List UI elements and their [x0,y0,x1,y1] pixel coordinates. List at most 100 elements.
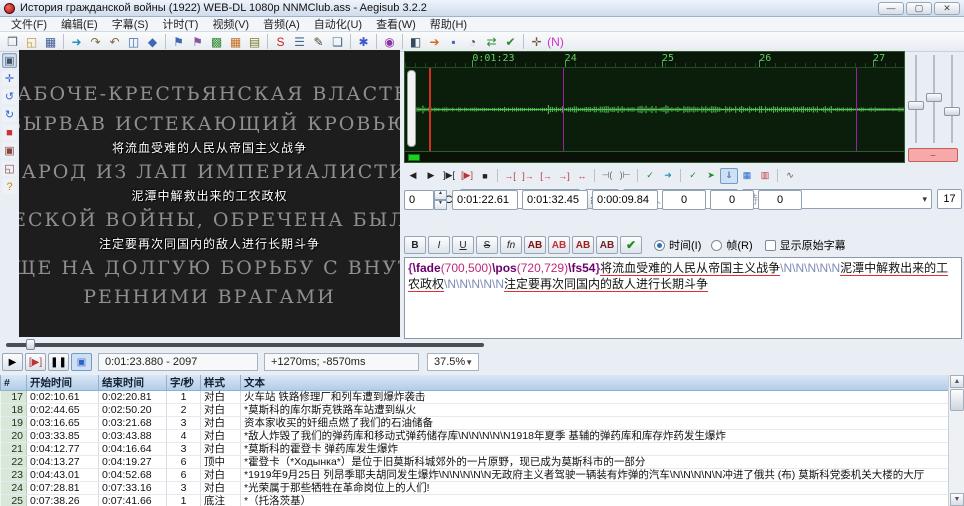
save-subtitles-icon[interactable]: ▦ [41,33,60,50]
horizontal-zoom-slider[interactable] [908,55,924,143]
standard-mode-tool[interactable]: ▣ [2,53,17,68]
auto-commit-toggle[interactable]: ✓ [684,168,702,184]
grid-header-结束时间[interactable]: 结束时间 [99,375,167,391]
keyframe-marker[interactable] [856,68,857,151]
snap-end-to-video-icon[interactable]: ↶ [105,33,124,50]
menu-item-字幕[interactable]: 字幕(S) [105,16,156,32]
menu-item-音频[interactable]: 音频(A) [256,16,307,32]
kanji-timer-icon[interactable]: ⇄ [482,33,501,50]
auto-next-toggle[interactable]: ➤ [702,168,720,184]
spectrum-toggle[interactable]: ▦ [738,168,756,184]
add-lead-in-button[interactable]: ⊣( [598,168,616,184]
slider-thumb[interactable] [926,93,942,102]
menu-item-自动化[interactable]: 自动化(U) [307,16,369,32]
margin-left-field[interactable]: 0 [662,190,706,210]
seek-video-icon[interactable]: ➔ [425,33,444,50]
karaoke-mode-toggle[interactable]: ∿ [781,168,799,184]
video-seek-bar[interactable] [2,339,488,350]
video-display[interactable]: РАБОЧЕ-КРЕСТЬЯНСКАЯ ВЛАСТЬ,ВЫРВАВ ИСТЕКА… [19,50,400,337]
resample-resolution-icon[interactable]: ✛ [527,33,546,50]
play-button[interactable]: ▶ [2,353,23,371]
spell-checker-icon[interactable]: S [271,33,290,50]
snap-start-to-video-icon[interactable]: ↷ [86,33,105,50]
slider-thumb[interactable] [944,107,960,116]
play-selection-button[interactable]: ]▶[ [440,168,458,184]
check-updates-icon[interactable]: ✔ [501,33,520,50]
scroll-up-icon[interactable]: ▲ [950,375,964,388]
commit-button[interactable]: ✔ [620,236,642,254]
play-before-end-button[interactable]: [→ [537,168,555,184]
grid-header-样式[interactable]: 样式 [201,375,241,391]
pause-button[interactable]: ❚❚ [48,353,69,371]
secondary-color-button[interactable]: AB [548,236,570,254]
time-radio[interactable]: 时间(I) [654,235,701,255]
keyframe-marker[interactable] [563,68,564,151]
grid-scroll-thumb[interactable] [950,389,964,411]
go-to-selection-button[interactable]: ➜ [659,168,677,184]
edit-line-icon[interactable]: ✎ [309,33,328,50]
translation-assistant-icon[interactable]: ⚑ [188,33,207,50]
auto-scroll-toggle[interactable]: ⇓ [720,168,738,184]
play-after-end-button[interactable]: →] [555,168,573,184]
preferences-icon[interactable]: ◉ [380,33,399,50]
subtitle-edit-box[interactable]: {\fade(700,500)\pos(720,729)\fs54}将流血受难的… [404,257,962,339]
styles-manager-icon[interactable]: ▩ [207,33,226,50]
styling-assistant-icon[interactable]: ⚑ [169,33,188,50]
vertical-zoom-slider[interactable] [926,55,942,143]
primary-color-button[interactable]: AB [524,236,546,254]
subtitle-row[interactable]: 250:07:38.260:07:41.661底注*（托洛茨基） [1,495,949,506]
attachments-icon[interactable]: ▦ [226,33,245,50]
play-500ms-button[interactable]: ↔ [573,168,591,184]
end-time-field[interactable]: 0:01:32.45 [522,190,588,210]
play-backward-button[interactable]: ◀ [404,168,422,184]
fonts-collector-icon[interactable]: ▤ [245,33,264,50]
subtitle-row[interactable]: 220:04:13.270:04:19.276顶中*霍登卡（*Ходынка*）… [1,456,949,469]
vertical-link-button[interactable]: ⌣ [908,148,958,162]
strikeout-button[interactable]: S [476,236,498,254]
audio-scrollbar[interactable] [404,152,905,163]
subtitle-row[interactable]: 200:03:33.850:03:43.884对白*敌人炸毁了我们的弹药库和移动… [1,430,949,443]
visual-help[interactable]: ? [2,179,17,194]
audio-scroll-thumb[interactable] [408,154,420,161]
layer-spinner[interactable]: ▲ ▼ [434,190,447,210]
shadow-color-button[interactable]: AB [596,236,618,254]
slider-thumb[interactable] [908,101,924,110]
margin-vertical-field[interactable]: 0 [758,190,802,210]
minimize-button[interactable]: — [878,2,904,15]
automation-icon[interactable]: ✱ [354,33,373,50]
scale-tool[interactable]: ■ [2,125,17,140]
menu-item-文件[interactable]: 文件(F) [4,16,54,32]
new-window-icon[interactable]: (N) [546,33,565,50]
grid-header-row[interactable]: #开始时间结束时间字/秒样式文本 [1,375,949,391]
vector-clip-tool[interactable]: ◱ [2,161,17,176]
subtitle-row[interactable]: 240:07:28.810:07:33.163对白*光荣属于那些牺牲在革命岗位上… [1,482,949,495]
shift-times-icon[interactable]: ◫ [124,33,143,50]
selection-start-marker[interactable] [429,68,431,151]
jump-to-icon[interactable]: ➜ [67,33,86,50]
waveform-toggle[interactable]: ▥ [756,168,774,184]
timing-postprocessor-icon[interactable]: ◔ [463,33,482,50]
subtitle-row[interactable]: 170:02:10.610:02:20.811对白火车站 铁路修理厂和列车遭到爆… [1,391,949,404]
play-line-button[interactable]: [▶] [25,353,46,371]
subtitle-row[interactable]: 180:02:44.650:02:50.202对白*莫斯科的库尔斯克铁路车站遭到… [1,404,949,417]
properties-icon[interactable]: ☰ [290,33,309,50]
auto-seek-toggle[interactable]: ▣ [71,353,92,371]
maximize-button[interactable]: ▢ [906,2,932,15]
spin-down-icon[interactable]: ▼ [434,200,447,210]
video-zoom-select[interactable]: 37.5% ▼ [427,353,479,371]
rotate-xy-tool[interactable]: ↻ [2,107,17,122]
menu-item-编辑[interactable]: 编辑(E) [54,16,105,32]
spin-up-icon[interactable]: ▲ [434,190,447,200]
font-face-button[interactable]: fn [500,236,522,254]
margin-right-field[interactable]: 0 [710,190,754,210]
video-joystick-icon[interactable]: ◆ [143,33,162,50]
frame-radio[interactable]: 帧(R) [711,235,752,255]
grid-header-文本[interactable]: 文本 [241,375,949,391]
scroll-down-icon[interactable]: ▼ [950,493,964,506]
underline-button[interactable]: U [452,236,474,254]
commit-button[interactable]: ✓ [641,168,659,184]
bold-button[interactable]: B [404,236,426,254]
clip-tool[interactable]: ▣ [2,143,17,158]
audio-waveform[interactable]: 0:01:2324252627 [404,51,905,152]
layer-field[interactable]: 0 [404,190,434,210]
